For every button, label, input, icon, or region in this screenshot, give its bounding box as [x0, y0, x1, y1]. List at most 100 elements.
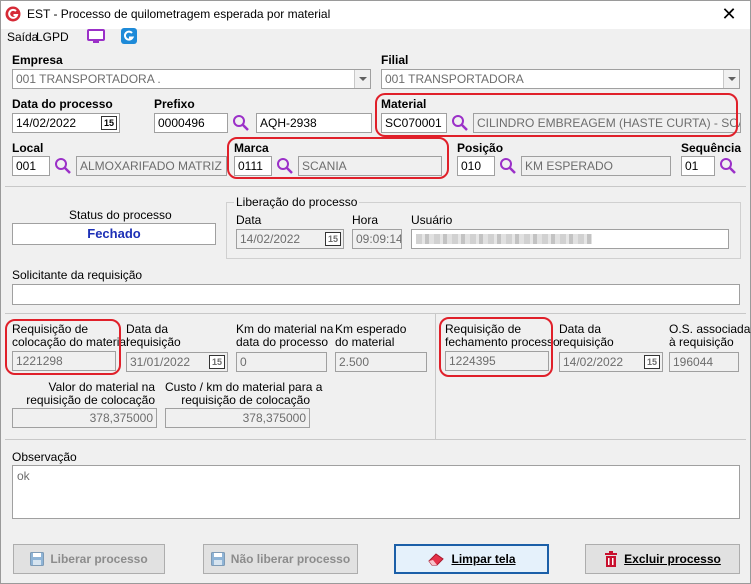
- data-req1-label-1: Data da: [126, 322, 169, 336]
- magnifier-icon[interactable]: [499, 157, 517, 175]
- prefixo-code-input[interactable]: 0000496: [154, 113, 228, 133]
- trash-icon: [605, 551, 618, 567]
- solicitante-label: Solicitante da requisição: [12, 268, 143, 282]
- data-processo-value: 14/02/2022: [16, 116, 77, 130]
- data-req2-label-2: requisição: [559, 335, 614, 349]
- combo-arrow-icon[interactable]: [354, 70, 370, 88]
- calendar-icon[interactable]: 15: [209, 355, 225, 369]
- excluir-processo-button[interactable]: Excluir processo: [585, 544, 740, 574]
- liberar-processo-label: Liberar processo: [50, 552, 148, 566]
- excluir-processo-label: Excluir processo: [624, 552, 721, 566]
- g-app-icon[interactable]: [121, 28, 137, 44]
- filial-label: Filial: [381, 53, 409, 67]
- divider: [5, 186, 746, 187]
- data-req2-field: 14/02/2022 15: [559, 352, 663, 372]
- divider-vertical: [435, 313, 436, 439]
- limpar-tela-label: Limpar tela: [451, 552, 516, 566]
- empresa-select[interactable]: 001 TRANSPORTADORA .: [12, 69, 371, 89]
- title-bar: EST - Processo de quilometragem esperada…: [1, 1, 750, 29]
- menu-lgpd[interactable]: LGPD: [36, 30, 69, 44]
- km-esperado-label-2: do material: [335, 335, 395, 349]
- filial-select[interactable]: 001 TRANSPORTADORA: [381, 69, 740, 89]
- custo-km-field: 378,375000: [165, 408, 310, 428]
- liberacao-usuario-label: Usuário: [411, 213, 453, 227]
- os-associada-value: 196044: [673, 355, 714, 369]
- data-req2-value: 14/02/2022: [563, 355, 624, 369]
- combo-arrow-icon[interactable]: [723, 70, 739, 88]
- liberacao-group-label: Liberação do processo: [234, 195, 360, 209]
- local-code-input[interactable]: 001: [12, 156, 50, 176]
- valor-material-value: 378,375000: [89, 411, 153, 425]
- os-associada-label-2: à requisição: [669, 335, 734, 349]
- save-disk-icon: [210, 552, 225, 566]
- liberacao-data-field: 14/02/2022 15: [236, 229, 344, 249]
- data-req1-value: 31/01/2022: [130, 355, 191, 369]
- magnifier-icon[interactable]: [719, 157, 737, 175]
- km-esperado-value: 2.500: [339, 355, 370, 369]
- posicao-label: Posição: [457, 141, 504, 155]
- calendar-icon[interactable]: 15: [101, 116, 117, 130]
- limpar-tela-button[interactable]: Limpar tela: [394, 544, 549, 574]
- calendar-icon[interactable]: 15: [644, 355, 660, 369]
- liberacao-data-value: 14/02/2022: [240, 232, 301, 246]
- data-req2-label-1: Data da: [559, 322, 602, 336]
- monitor-icon[interactable]: [87, 29, 105, 45]
- solicitante-input[interactable]: [12, 284, 740, 305]
- valor-material-field: 378,375000: [12, 408, 157, 428]
- empresa-label: Empresa: [12, 53, 63, 67]
- highlight-material: [375, 93, 738, 137]
- km-material-field: 0: [236, 352, 327, 372]
- posicao-description: KM ESPERADO: [525, 159, 614, 173]
- km-esperado-label-1: Km esperado: [335, 322, 407, 336]
- km-esperado-field: 2.500: [335, 352, 427, 372]
- custo-km-label-1: Custo / km do material para a: [165, 380, 323, 394]
- custo-km-value: 378,375000: [242, 411, 306, 425]
- menu-saida[interactable]: Saída: [7, 30, 38, 44]
- divider: [5, 439, 746, 440]
- prefixo-plate: AQH-2938: [260, 116, 317, 130]
- window-title: EST - Processo de quilometragem esperada…: [27, 7, 331, 21]
- magnifier-icon[interactable]: [54, 157, 72, 175]
- valor-material-label-1: Valor do material na: [48, 380, 156, 394]
- close-button[interactable]: ✕: [714, 3, 744, 27]
- prefixo-plate-input[interactable]: AQH-2938: [256, 113, 372, 133]
- highlight-req-fechamento: [439, 317, 553, 377]
- magnifier-icon[interactable]: [232, 114, 250, 132]
- app-logo-icon: [5, 6, 21, 22]
- local-description: ALMOXARIFADO MATRIZ: [80, 159, 222, 173]
- os-associada-field: 196044: [669, 352, 739, 372]
- posicao-description-field: KM ESPERADO: [521, 156, 671, 176]
- menu-bar: Saída LGPD: [1, 28, 750, 47]
- data-processo-label: Data do processo: [12, 97, 113, 111]
- empresa-value: 001 TRANSPORTADORA .: [16, 72, 161, 86]
- posicao-code-input[interactable]: 010: [457, 156, 495, 176]
- observacao-value: ok: [17, 469, 30, 483]
- save-disk-icon: [30, 552, 45, 566]
- liberacao-hora-field: 09:09:14: [352, 229, 402, 249]
- liberacao-data-label: Data: [236, 213, 262, 227]
- highlight-marca: [227, 137, 449, 179]
- liberar-processo-button[interactable]: Liberar processo: [13, 544, 165, 574]
- nao-liberar-processo-label: Não liberar processo: [230, 552, 351, 566]
- divider: [5, 313, 746, 314]
- status-label: Status do processo: [69, 208, 172, 222]
- data-processo-input[interactable]: 14/02/2022 15: [12, 113, 120, 133]
- local-code: 001: [16, 159, 37, 173]
- filial-value: 001 TRANSPORTADORA: [385, 72, 524, 86]
- eraser-icon: [428, 553, 445, 566]
- main-window: EST - Processo de quilometragem esperada…: [0, 0, 751, 584]
- prefixo-label: Prefixo: [154, 97, 195, 111]
- sequencia-input[interactable]: 01: [681, 156, 715, 176]
- prefixo-code: 0000496: [158, 116, 205, 130]
- km-material-value: 0: [240, 355, 247, 369]
- observacao-textarea[interactable]: ok: [12, 465, 740, 519]
- km-material-label-2: data do processo: [236, 335, 329, 349]
- status-badge: Fechado: [12, 223, 216, 245]
- local-label: Local: [12, 141, 44, 155]
- data-req1-field: 31/01/2022 15: [126, 352, 228, 372]
- data-req1-label-2: requisição: [126, 335, 181, 349]
- calendar-icon[interactable]: 15: [325, 232, 341, 246]
- redacted-user: [416, 234, 592, 244]
- nao-liberar-processo-button[interactable]: Não liberar processo: [203, 544, 358, 574]
- km-material-label-1: Km do material na: [236, 322, 334, 336]
